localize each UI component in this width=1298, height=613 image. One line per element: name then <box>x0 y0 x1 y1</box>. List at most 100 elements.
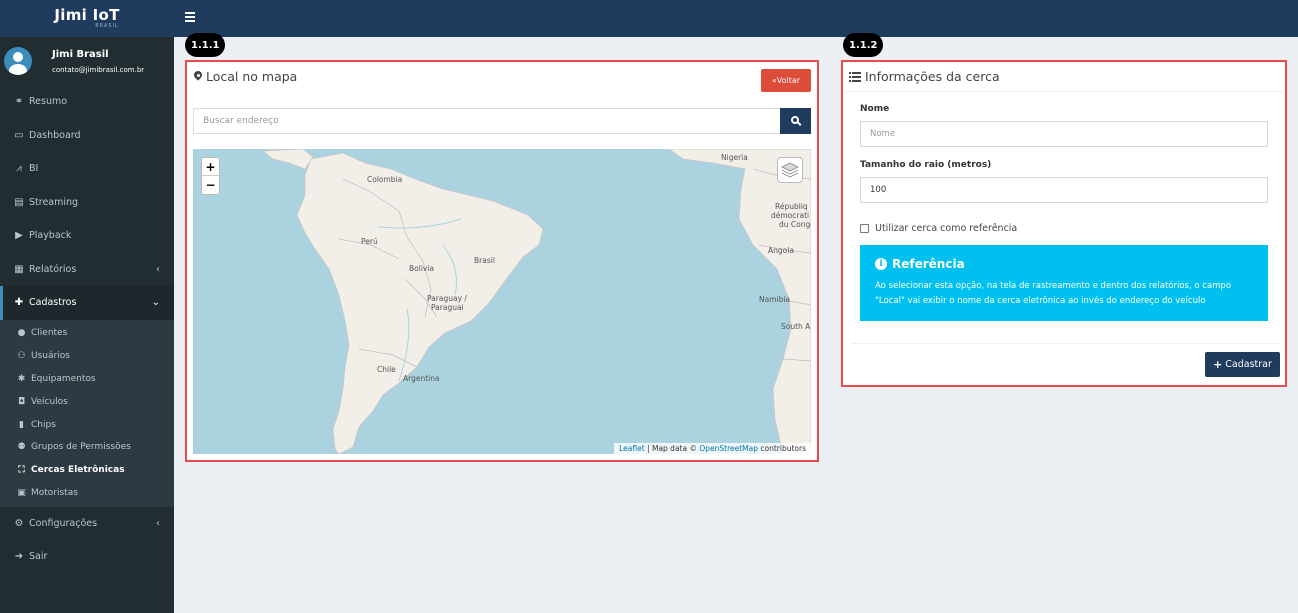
sidebar-item-sair[interactable]: ➜ Sair <box>0 540 174 574</box>
sidebar-item-label: BI <box>29 163 39 175</box>
map-canvas[interactable]: Colombia Nigeria Républiq démocrati du C… <box>193 149 811 454</box>
sidebar-item-label: Dashboard <box>29 129 81 141</box>
sidebar-item-label: Resumo <box>29 96 68 108</box>
radius-input[interactable]: 100 <box>860 177 1268 203</box>
map-label: Nigeria <box>721 153 748 162</box>
map-tiles <box>261 149 811 454</box>
sidebar-item-streaming[interactable]: ▤ Streaming <box>0 186 174 220</box>
sidebar-menu-bottom: ⚙ Configurações ‹ ➜ Sair <box>0 507 174 574</box>
reference-checkbox-label: Utilizar cerca como referência <box>875 223 1018 234</box>
sidebar-item-relatorios[interactable]: ▦ Relatórios ‹ <box>0 253 174 287</box>
map-label: Paraguay / <box>427 294 467 303</box>
sidebar-item-resumo[interactable]: ⚭ Resumo <box>0 85 174 119</box>
submenu-item-veiculos[interactable]: ◘ Veículos <box>0 390 174 413</box>
chevron-left-icon: ‹ <box>156 263 160 275</box>
sidebar-item-bi[interactable]: ⩘ BI <box>0 152 174 186</box>
search-icon <box>790 116 799 124</box>
back-button[interactable]: «Voltar <box>761 69 811 92</box>
submenu-item-label: Usuários <box>31 350 70 361</box>
submenu-item-grupos[interactable]: ⚉ Grupos de Permissões <box>0 436 174 459</box>
file-icon: ▦ <box>14 263 24 275</box>
attribution-contributors: contributors <box>758 444 806 453</box>
submit-button-label: Cadastrar <box>1225 359 1272 370</box>
submenu-item-label: Cercas Eletrônicas <box>31 465 125 476</box>
submenu-item-label: Motoristas <box>31 488 78 499</box>
callout-text: Ao selecionar esta opção, na tela de ras… <box>875 281 1232 306</box>
submenu-item-label: Veículos <box>31 396 68 407</box>
submenu-item-motoristas[interactable]: ▣ Motoristas <box>0 482 174 505</box>
map-label: Argentina <box>403 374 440 383</box>
user-panel: Jimi Brasil contato@jimibrasil.com.br <box>0 37 174 85</box>
map-label: Perú <box>361 237 378 246</box>
submenu-item-chips[interactable]: ▮ Chips <box>0 413 174 436</box>
address-search-input[interactable]: Buscar endereço <box>193 108 781 134</box>
plus-icon: + <box>1213 358 1223 371</box>
zoom-out-button[interactable]: − <box>202 176 219 194</box>
layers-icon <box>781 162 799 178</box>
leaflet-link[interactable]: Leaflet <box>619 444 645 453</box>
cogs-icon: ✱ <box>17 373 26 384</box>
map-label: Républiq <box>775 202 808 211</box>
sidebar-item-cadastros[interactable]: ✚ Cadastros ⌄ <box>0 286 174 320</box>
brand-logo[interactable]: Jimi IoT BRASIL <box>0 0 174 37</box>
map-label: Brasil <box>474 256 495 265</box>
sidebar-menu: ⚭ Resumo ▭ Dashboard ⩘ BI ▤ Streaming ▶ Playb… <box>0 85 174 320</box>
map-label: Chile <box>377 365 396 374</box>
osm-link[interactable]: OpenStreetMap <box>699 444 758 453</box>
brand-name: Jimi IoT <box>54 6 120 24</box>
menu-toggle-icon[interactable] <box>185 12 195 22</box>
map-label: Paraguai <box>431 303 464 312</box>
reference-checkbox[interactable] <box>860 224 869 233</box>
map-label: Namibia <box>759 295 791 304</box>
submenu-item-clientes[interactable]: ● Clientes <box>0 322 174 345</box>
reference-checkbox-row[interactable]: Utilizar cerca como referência <box>860 223 1017 234</box>
map-label: du Congo <box>779 220 811 229</box>
line-chart-icon: ⩘ <box>16 163 22 175</box>
sidebar-item-dashboard[interactable]: ▭ Dashboard <box>0 119 174 153</box>
callout-title: i Referência <box>875 257 1268 271</box>
sidebar-item-label: Streaming <box>29 196 79 208</box>
submenu-item-equipamentos[interactable]: ✱ Equipamentos <box>0 367 174 390</box>
search-button[interactable] <box>780 108 811 134</box>
desktop-icon: ▭ <box>14 129 24 141</box>
layers-button[interactable] <box>777 157 803 183</box>
map-label: Angola <box>768 246 794 255</box>
submenu-item-cercas[interactable]: ⛶ Cercas Eletrônicas <box>0 459 174 482</box>
callout-title-text: Referência <box>892 257 965 271</box>
map-label: South A <box>781 322 811 331</box>
map-attribution: Leaflet | Map data © OpenStreetMap contr… <box>614 443 811 454</box>
sign-out-icon: ➜ <box>14 551 24 563</box>
zoom-control: + − <box>201 157 220 195</box>
map-label: Bolivia <box>409 264 435 273</box>
map-label: Colombia <box>367 175 403 184</box>
submit-button[interactable]: + Cadastrar <box>1205 352 1280 377</box>
film-icon: ▤ <box>14 196 24 208</box>
sidebar-item-label: Sair <box>29 551 48 563</box>
cadastros-submenu: ● Clientes ⚇ Usuários ✱ Equipamentos ◘ Veícu… <box>0 319 174 507</box>
name-label: Nome <box>860 104 890 114</box>
fence-info-header: Informações da cerca <box>843 62 1285 92</box>
chevron-down-icon: ⌄ <box>151 297 160 309</box>
user-email: contato@jimibrasil.com.br <box>52 65 145 74</box>
avatar <box>4 47 32 75</box>
map-label: démocrati <box>771 211 810 220</box>
file-icon: ▮ <box>19 419 24 430</box>
submenu-item-usuarios[interactable]: ⚇ Usuários <box>0 344 174 367</box>
back-button-label: Voltar <box>776 76 801 85</box>
name-input[interactable]: Nome <box>860 121 1268 147</box>
users-icon: ⚇ <box>17 350 26 361</box>
sidebar-item-playback[interactable]: ▶ Playback <box>0 219 174 253</box>
brand-sub: BRASIL <box>95 23 119 29</box>
sidebar-item-configuracoes[interactable]: ⚙ Configurações ‹ <box>0 507 174 541</box>
zoom-in-button[interactable]: + <box>202 158 219 176</box>
info-icon: i <box>875 258 887 270</box>
submenu-item-label: Chips <box>31 419 56 430</box>
plus-icon: ✚ <box>14 297 24 309</box>
user-lock-icon: ⚉ <box>17 442 26 453</box>
map-fence-icon: ⛶ <box>18 465 25 476</box>
reference-callout: i Referência Ao selecionar esta opção, n… <box>860 245 1268 321</box>
submenu-item-label: Grupos de Permissões <box>31 442 131 453</box>
map-marker-icon <box>194 71 202 82</box>
fence-info-panel: Informações da cerca Nome Nome Tamanho d… <box>841 60 1287 387</box>
sidebar: Jimi IoT BRASIL Jimi Brasil contato@jimi… <box>0 0 174 613</box>
